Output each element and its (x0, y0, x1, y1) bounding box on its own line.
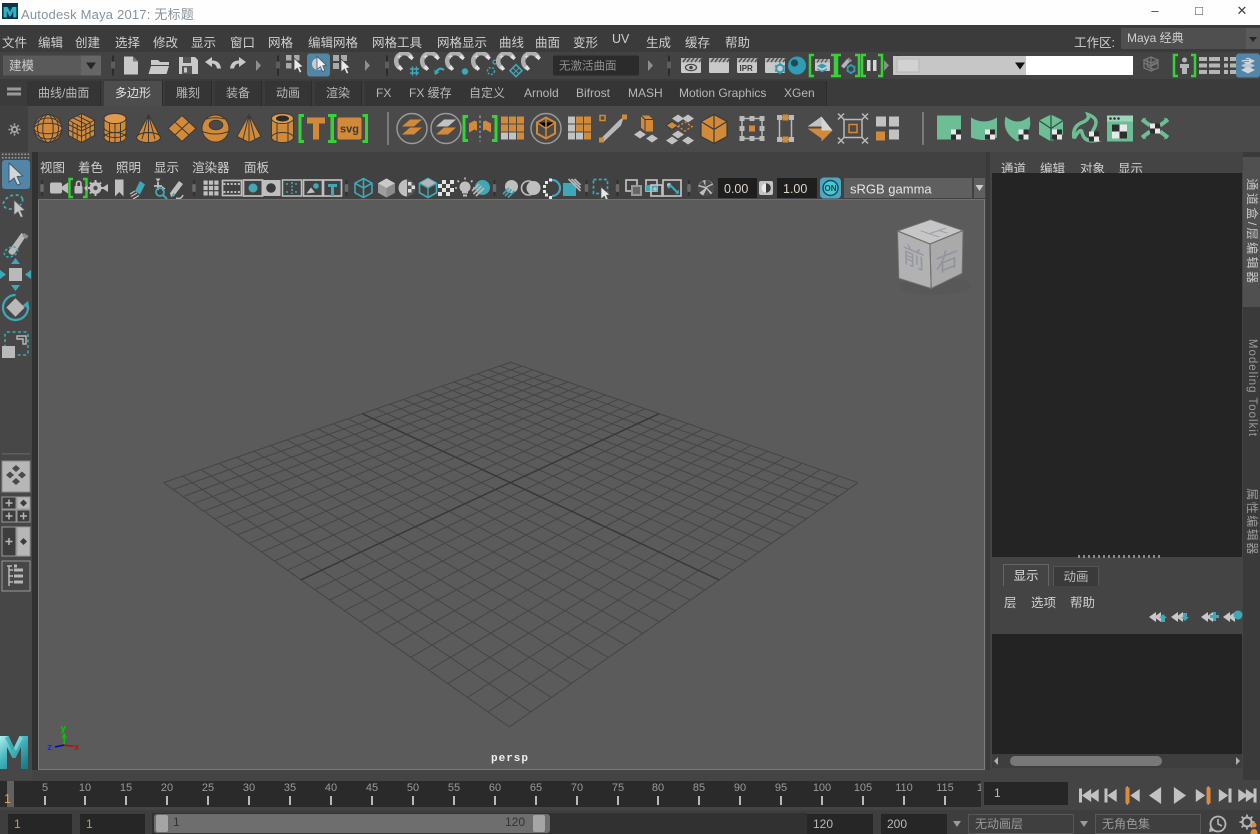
svg-text:建模: 建模 (9, 59, 35, 73)
svg-text:sRGB gamma: sRGB gamma (850, 182, 932, 197)
svg-text:0.00: 0.00 (724, 182, 748, 196)
svg-text:IPR: IPR (740, 64, 754, 73)
svg-text:svg: svg (340, 124, 359, 136)
svg-text:ON: ON (825, 184, 837, 193)
svg-text:z: z (47, 743, 52, 753)
svg-text:无激活曲面: 无激活曲面 (559, 59, 617, 73)
svg-text:x: x (74, 743, 80, 753)
svg-text:y: y (61, 724, 67, 734)
svg-text:persp: persp (491, 753, 529, 765)
svg-text:1.00: 1.00 (783, 182, 807, 196)
